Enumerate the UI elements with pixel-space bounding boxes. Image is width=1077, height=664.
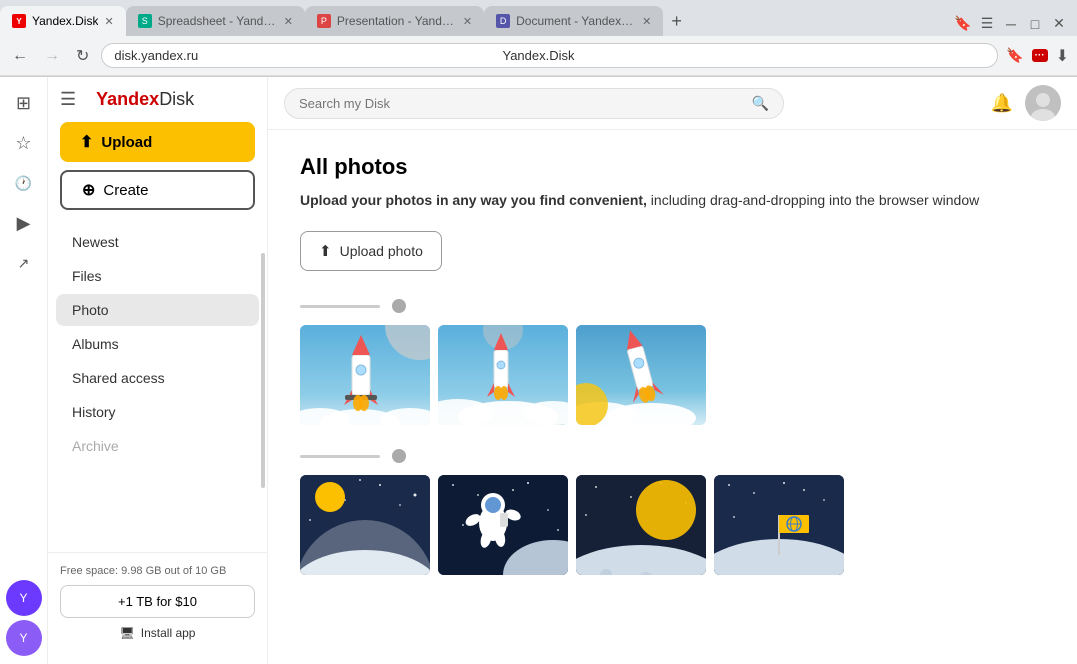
maximize-icon[interactable]: □: [1025, 16, 1045, 32]
photo-thumb-6[interactable]: [576, 475, 706, 575]
photo-thumb-4[interactable]: [300, 475, 430, 575]
photo-grid-1: [300, 325, 1045, 425]
tab-document-label: Document - Yandex.D...: [516, 14, 636, 28]
photo-thumb-5[interactable]: [438, 475, 568, 575]
photo-thumb-2[interactable]: [438, 325, 568, 425]
rail-share-icon[interactable]: ↗: [6, 245, 42, 281]
forward-button[interactable]: →: [40, 43, 64, 69]
upload-photo-icon: ⬆: [319, 242, 332, 260]
monitor-icon: 🖥: [120, 626, 135, 640]
user-avatar[interactable]: [1025, 85, 1061, 121]
section-line-1: [300, 305, 380, 308]
search-icon: 🔍: [752, 95, 769, 112]
main-sidebar: ☰ Yandex Disk 🔍 ⬆ Upload ⊕ Create: [48, 77, 268, 664]
rail-grid-icon[interactable]: ⊞: [6, 85, 42, 121]
tab-presentation[interactable]: P Presentation - Yande... ✕: [305, 6, 484, 36]
rail-yandex-icon[interactable]: Y: [6, 580, 42, 616]
download-icon[interactable]: ⬇: [1056, 46, 1069, 66]
logo-yandex: Yandex: [96, 89, 159, 110]
rail-history-icon[interactable]: 🕐: [6, 165, 42, 201]
icon-rail: ⊞ ☆ 🕐 ▶ ↗ Y Y: [0, 77, 48, 664]
tab-disk-close[interactable]: ✕: [104, 15, 113, 28]
upgrade-button[interactable]: +1 TB for $10: [60, 585, 255, 618]
search-input[interactable]: [299, 96, 744, 111]
section-dot-1: [392, 299, 406, 313]
upload-photo-label: Upload photo: [340, 243, 423, 259]
logo-disk: Disk: [159, 89, 194, 110]
install-app-button[interactable]: 🖥 Install app: [60, 626, 255, 640]
app-header: 🔍 🔔: [268, 77, 1077, 130]
browser-menu-icon[interactable]: ☰: [977, 15, 997, 32]
main-content: All photos Upload your photos in any way…: [268, 130, 1077, 664]
nav-list: Newest Files Photo Albums Shared access …: [48, 226, 267, 552]
hamburger-icon[interactable]: ☰: [60, 89, 76, 110]
create-button[interactable]: ⊕ Create: [60, 170, 255, 210]
tab-spreadsheet-close[interactable]: ✕: [284, 15, 293, 28]
photo-thumb-1[interactable]: [300, 325, 430, 425]
logo: Yandex Disk: [96, 89, 194, 110]
new-tab-button[interactable]: +: [663, 6, 690, 36]
page-description: Upload your photos in any way you find c…: [300, 190, 1045, 211]
section-line-2: [300, 455, 380, 458]
back-button[interactable]: ←: [8, 43, 32, 69]
section-bar-2: [300, 449, 1045, 463]
photo-thumb-7[interactable]: [714, 475, 844, 575]
upload-photo-button[interactable]: ⬆ Upload photo: [300, 231, 442, 271]
sidebar-item-history[interactable]: History: [56, 396, 259, 428]
install-label: Install app: [141, 626, 196, 640]
tab-spreadsheet-label: Spreadsheet - Yande...: [158, 14, 278, 28]
tab-spreadsheet-favicon: S: [138, 14, 152, 28]
rail-star-icon[interactable]: ☆: [6, 125, 42, 161]
upload-button[interactable]: ⬆ Upload: [60, 122, 255, 162]
tab-document[interactable]: D Document - Yandex.D... ✕: [484, 6, 663, 36]
page-desc-normal: including drag-and-dropping into the bro…: [647, 192, 979, 208]
photo-grid-2: [300, 475, 1045, 575]
sidebar-item-newest[interactable]: Newest: [56, 226, 259, 258]
page-desc-bold: Upload your photos in any way you find c…: [300, 192, 647, 208]
upload-label: Upload: [101, 134, 152, 151]
url-text: disk.yandex.ru: [114, 48, 198, 63]
upload-icon: ⬆: [80, 132, 93, 152]
sidebar-scrollbar[interactable]: [261, 77, 265, 664]
tab-disk-label: Yandex.Disk: [32, 14, 98, 28]
sidebar-item-photo[interactable]: Photo: [56, 294, 259, 326]
search-container: 🔍: [284, 88, 784, 119]
notification-icon[interactable]: 🔔: [991, 93, 1013, 114]
sidebar-item-shared[interactable]: Shared access: [56, 362, 259, 394]
photo-section-1: [300, 299, 1045, 425]
tab-disk-favicon: Y: [12, 14, 26, 28]
section-dot-2: [392, 449, 406, 463]
create-label: Create: [103, 182, 148, 199]
tab-disk[interactable]: Y Yandex.Disk ✕: [0, 6, 126, 36]
bookmark-icon[interactable]: 🔖: [1006, 47, 1023, 64]
rail-play-icon[interactable]: ▶: [6, 205, 42, 241]
sidebar-item-albums[interactable]: Albums: [56, 328, 259, 360]
storage-text: Free space: 9.98 GB out of 10 GB: [60, 565, 255, 577]
tab-presentation-favicon: P: [317, 14, 331, 28]
sidebar-item-files[interactable]: Files: [56, 260, 259, 292]
rail-yandex-icon-2[interactable]: Y: [6, 620, 42, 656]
scroll-thumb: [261, 253, 265, 488]
tab-document-close[interactable]: ✕: [642, 15, 651, 28]
extension-icon[interactable]: ···: [1032, 49, 1048, 62]
minimize-icon[interactable]: ─: [1001, 16, 1021, 32]
header-right: 🔔: [991, 85, 1061, 121]
photo-thumb-3[interactable]: [576, 325, 706, 425]
tab-spreadsheet[interactable]: S Spreadsheet - Yande... ✕: [126, 6, 305, 36]
section-bar-1: [300, 299, 1045, 313]
page-title: All photos: [300, 154, 1045, 180]
tab-document-favicon: D: [496, 14, 510, 28]
sidebar-item-archive[interactable]: Archive: [56, 430, 259, 462]
create-icon: ⊕: [82, 180, 95, 200]
bookmark-manager-icon[interactable]: 🔖: [953, 15, 973, 32]
page-title-chrome: Yandex.Disk: [502, 48, 574, 63]
reload-button[interactable]: ↻: [72, 42, 93, 70]
tab-presentation-label: Presentation - Yande...: [337, 14, 457, 28]
sidebar-footer: Free space: 9.98 GB out of 10 GB +1 TB f…: [48, 552, 267, 652]
tab-presentation-close[interactable]: ✕: [463, 15, 472, 28]
photo-section-2: [300, 449, 1045, 575]
close-window-icon[interactable]: ✕: [1049, 15, 1069, 32]
sidebar-header: ☰ Yandex Disk: [48, 89, 267, 122]
